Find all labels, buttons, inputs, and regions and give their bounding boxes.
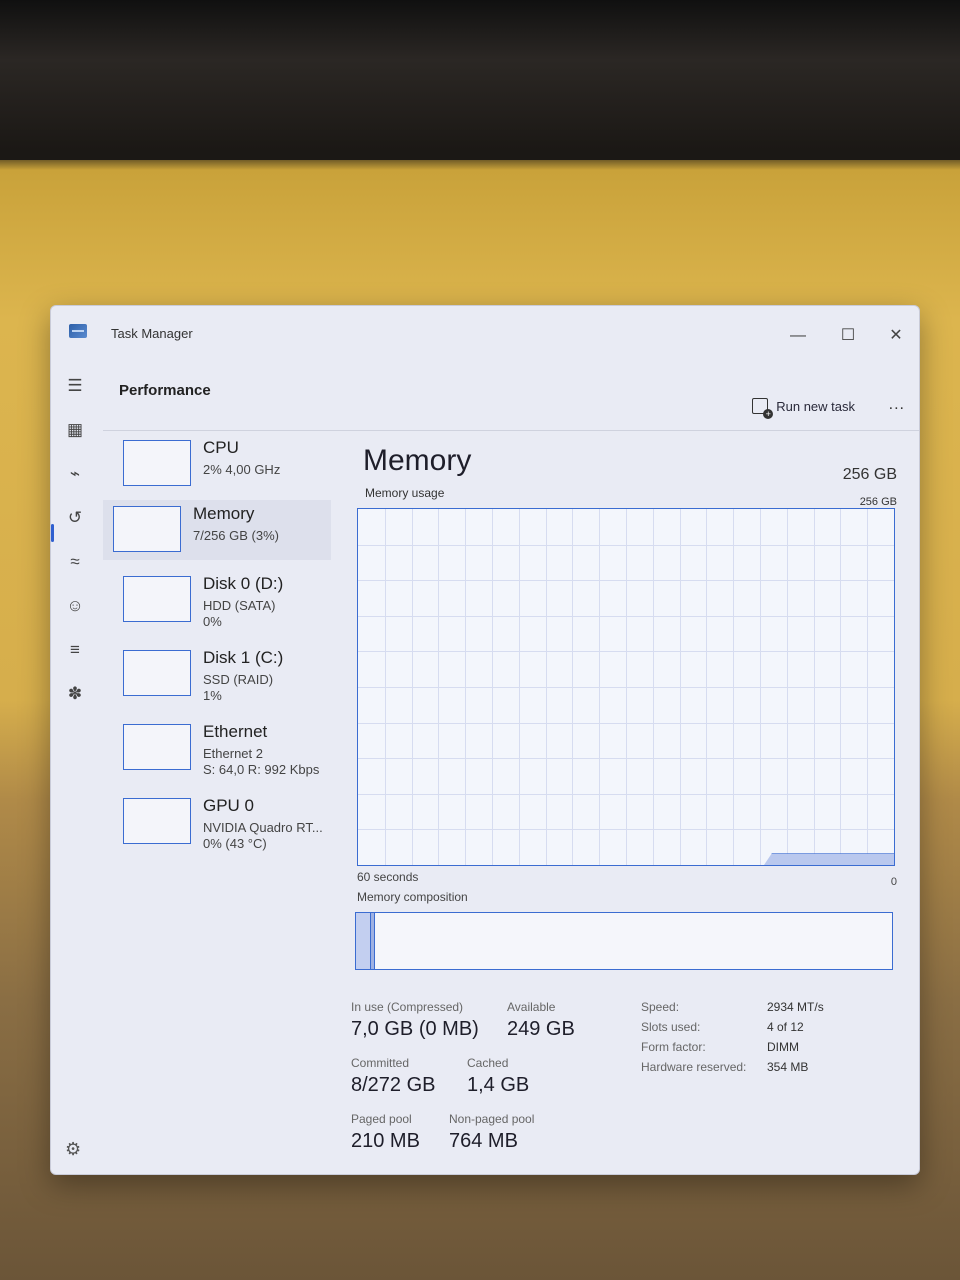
resource-usage: 0% (43 °C) <box>203 836 267 851</box>
memory-usage-graph <box>357 508 895 866</box>
resource-name: Disk 0 (D:) <box>203 574 284 593</box>
monitor-bezel <box>0 0 960 160</box>
resource-usage: 1% <box>203 688 222 703</box>
resource-memory[interactable]: Memory 7/256 GB (3%) <box>103 500 331 560</box>
graph-gridline <box>358 687 894 688</box>
composition-modified <box>371 913 375 969</box>
memory-usage-fill <box>764 853 894 865</box>
cached-value: 1,4 GB <box>467 1074 530 1096</box>
graph-gridline <box>358 615 894 617</box>
resource-list: CPU 2% 4,00 GHz Memory 7/256 GB (3%) Dis… <box>103 430 331 1174</box>
resource-ethernet[interactable]: Ethernet Ethernet 2 S: 64,0 R: 992 Kbps <box>113 718 329 778</box>
task-manager-window: Task Manager — ☐ ✕ ☰ ▦ ⌁ ↺ ≈ ☺ ≡ ✽ ⚙ Per… <box>50 305 920 1175</box>
non-paged-pool-label: Non-paged pool <box>449 1112 535 1126</box>
more-options-button[interactable]: ... <box>889 396 905 414</box>
slots-used-label: Slots used: <box>641 1020 701 1034</box>
disk0-mini-graph <box>123 576 191 622</box>
slots-used-value: 4 of 12 <box>767 1020 804 1034</box>
window-title: Task Manager <box>111 326 193 341</box>
resource-detail: NVIDIA Quadro RT... <box>203 820 323 835</box>
resource-usage: 0% <box>203 614 222 629</box>
form-factor-label: Form factor: <box>641 1040 706 1054</box>
cpu-mini-graph <box>123 440 191 486</box>
graph-gridline <box>358 758 894 760</box>
graph-gridline <box>358 722 894 724</box>
hardware-reserved-label: Hardware reserved: <box>641 1060 747 1074</box>
startup-apps-icon[interactable]: ≈ <box>61 548 89 576</box>
title-bar: Task Manager — ☐ ✕ <box>51 306 919 366</box>
resource-name: CPU <box>203 438 239 457</box>
maximize-button[interactable]: ☐ <box>833 326 863 346</box>
resource-name: Disk 1 (C:) <box>203 648 284 667</box>
task-manager-app-icon <box>69 324 87 338</box>
resource-name: GPU 0 <box>203 796 255 815</box>
committed-label: Committed <box>351 1056 410 1070</box>
graph-gridline <box>358 580 894 582</box>
resource-disk-1[interactable]: Disk 1 (C:) SSD (RAID) 1% <box>113 644 329 704</box>
services-icon[interactable]: ✽ <box>61 680 89 708</box>
memory-total: 256 GB <box>842 466 897 483</box>
paged-pool-value: 210 MB <box>351 1130 420 1152</box>
graph-gridline <box>358 651 894 653</box>
resource-detail: Ethernet 2 <box>203 746 263 761</box>
run-new-task-button[interactable]: Run new task <box>752 398 855 419</box>
active-nav-indicator <box>51 524 54 542</box>
ethernet-mini-graph <box>123 724 191 770</box>
paged-pool-label: Paged pool <box>351 1112 412 1126</box>
gpu-mini-graph <box>123 798 191 844</box>
memory-title: Memory <box>363 444 472 477</box>
resource-detail: SSD (RAID) <box>203 672 274 687</box>
memory-panel: Memory 256 GB Memory usage 256 GB 60 sec… <box>351 430 919 1174</box>
in-use-value: 7,0 GB (0 MB) <box>351 1018 479 1040</box>
settings-gear-icon[interactable]: ⚙ <box>65 1139 81 1160</box>
resource-name: Memory <box>193 504 255 523</box>
run-task-icon <box>752 398 774 419</box>
users-icon[interactable]: ☺ <box>61 592 89 620</box>
resource-gpu-0[interactable]: GPU 0 NVIDIA Quadro RT... 0% (43 °C) <box>113 792 329 852</box>
disk1-mini-graph <box>123 650 191 696</box>
memory-usage-label: Memory usage <box>365 486 445 500</box>
resource-disk-0[interactable]: Disk 0 (D:) HDD (SATA) 0% <box>113 570 329 630</box>
graph-gridline <box>358 793 894 795</box>
resource-detail: 7/256 GB (3%) <box>193 528 279 543</box>
nav-rail: ☰ ▦ ⌁ ↺ ≈ ☺ ≡ ✽ <box>51 366 101 1174</box>
resource-usage: S: 64,0 R: 992 Kbps <box>203 762 320 777</box>
hamburger-menu-icon[interactable]: ☰ <box>61 372 89 400</box>
graph-gridline <box>358 544 894 546</box>
page-header: Performance Run new task ... <box>103 366 919 431</box>
cached-label: Cached <box>467 1056 509 1070</box>
resource-cpu[interactable]: CPU 2% 4,00 GHz <box>113 434 329 494</box>
processes-icon[interactable]: ▦ <box>61 416 89 444</box>
graph-gridline <box>358 829 894 831</box>
memory-mini-graph <box>113 506 181 552</box>
minimize-button[interactable]: — <box>783 326 813 346</box>
performance-icon[interactable]: ⌁ <box>61 460 89 488</box>
graph-zero-label: 0 <box>890 876 897 888</box>
available-value: 249 GB <box>507 1018 575 1040</box>
page-title: Performance <box>119 382 211 399</box>
resource-name: Ethernet <box>203 722 268 741</box>
speed-label: Speed: <box>641 1000 680 1014</box>
resource-detail: 2% 4,00 GHz <box>203 462 281 477</box>
in-use-label: In use (Compressed) <box>351 1000 464 1014</box>
committed-value: 8/272 GB <box>351 1074 436 1096</box>
hardware-reserved-value: 354 MB <box>767 1060 809 1074</box>
time-span-label: 60 seconds <box>357 870 419 884</box>
memory-composition-bar <box>355 912 893 970</box>
details-icon[interactable]: ≡ <box>61 636 89 664</box>
form-factor-value: DIMM <box>767 1040 799 1054</box>
resource-detail: HDD (SATA) <box>203 598 276 613</box>
composition-in-use <box>356 913 371 969</box>
run-new-task-label: Run new task <box>776 398 855 414</box>
close-button[interactable]: ✕ <box>881 326 911 346</box>
speed-value: 2934 MT/s <box>767 1000 824 1014</box>
non-paged-pool-value: 764 MB <box>449 1130 518 1152</box>
memory-composition-label: Memory composition <box>357 890 468 904</box>
memory-usage-max: 256 GB <box>859 496 897 508</box>
available-label: Available <box>507 1000 556 1014</box>
app-history-icon[interactable]: ↺ <box>61 504 89 532</box>
